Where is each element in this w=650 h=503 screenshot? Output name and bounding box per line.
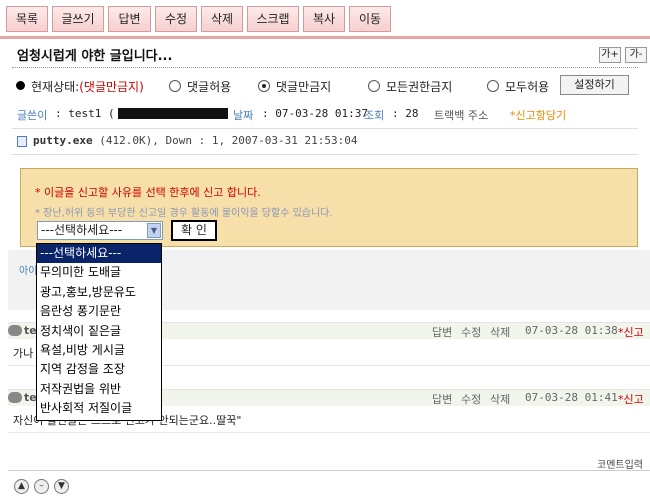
tab-reply[interactable]: 답변 — [108, 6, 151, 32]
tab-scrap[interactable]: 스크랩 — [247, 6, 299, 32]
attachment-divider-bottom — [12, 154, 638, 155]
comment-author: te — [24, 324, 37, 337]
font-increase-button[interactable]: 가+ — [599, 47, 621, 63]
report-instruction: * 이글을 신고할 사유를 선택 한후에 신고 합니다. — [35, 186, 261, 199]
status-value: (댓글만금지) — [79, 80, 144, 94]
report-warning: * 장난,허위 등의 부당한 신고일 경우 활동에 불이익을 당할수 있습니다. — [35, 208, 333, 219]
comment-author: te — [24, 391, 37, 404]
radio-allow-comments-label: 댓글허용 — [187, 80, 232, 94]
report-reason-value: ---선택하세요--- — [41, 223, 123, 237]
dropdown-option[interactable]: 정치색이 짙은글 — [37, 322, 161, 341]
dropdown-option[interactable]: 무의미한 도배글 — [37, 263, 161, 282]
radio-block-comments[interactable] — [258, 80, 270, 92]
comment-bubble-icon — [8, 392, 22, 403]
comment-date: 07-03-28 01:41 — [525, 391, 618, 404]
attachment-row: putty.exe (412.0K), Down : 1, 2007-03-31… — [33, 134, 358, 147]
chevron-down-icon[interactable]: ▼ — [147, 223, 161, 238]
report-reason-select[interactable]: ---선택하세요--- ▼ — [37, 221, 163, 240]
radio-block-all[interactable] — [368, 80, 380, 92]
radio-block-all-label: 모든권한금지 — [386, 80, 453, 94]
comment-edit-button[interactable]: 수정 — [461, 391, 481, 407]
comment-reply-button[interactable]: 답변 — [432, 324, 452, 340]
attachment-divider-top — [12, 128, 638, 129]
file-icon — [17, 136, 27, 147]
partial-link[interactable]: 아이 — [19, 262, 37, 277]
tab-delete[interactable]: 삭제 — [201, 6, 243, 32]
comment-text: 가나 — [13, 347, 34, 360]
font-decrease-button[interactable]: 가- — [625, 47, 647, 63]
chevron-down-icon[interactable]: ▼ — [54, 479, 69, 494]
tab-move[interactable]: 이동 — [349, 6, 391, 32]
minus-icon[interactable]: – — [34, 479, 49, 494]
dropdown-option[interactable]: 반사회적 저질이글 — [37, 399, 161, 418]
comment-report-link[interactable]: *신고 — [618, 324, 644, 340]
radio-allow-all[interactable] — [487, 80, 499, 92]
tab-copy[interactable]: 복사 — [303, 6, 345, 32]
tab-underline — [0, 36, 650, 39]
comment-edit-button[interactable]: 수정 — [461, 324, 481, 340]
attachment-meta: (412.0K), Down : 1, 2007-03-31 21:53:04 — [99, 134, 358, 147]
post-title: 엄청시럽게 야한 글입니다... — [17, 49, 173, 64]
report-reason-dropdown: ---선택하세요--- 무의미한 도배글 광고,홍보,방문유도 음란성 퐁기문란… — [36, 243, 162, 421]
dropdown-option[interactable]: 욕설,비방 게시글 — [37, 341, 161, 360]
tab-edit[interactable]: 수정 — [155, 6, 197, 32]
comment-date: 07-03-28 01:38 — [525, 324, 618, 337]
views-label: 조회 — [364, 109, 385, 122]
title-divider — [12, 67, 638, 68]
tab-bar: 목록 글쓰기 답변 수정 삭제 스크랩 복사 이동 — [0, 0, 650, 40]
comment-input-label: 코멘트입력 — [597, 460, 643, 471]
apply-settings-button[interactable]: 설정하기 — [560, 75, 629, 95]
tab-write[interactable]: 글쓰기 — [52, 6, 104, 32]
dropdown-option[interactable]: 음란성 퐁기문란 — [37, 302, 161, 321]
report-link[interactable]: *신고항당기 — [510, 107, 566, 123]
tab-list[interactable]: 목록 — [6, 6, 48, 32]
comment-delete-button[interactable]: 삭제 — [490, 324, 510, 340]
comment-input-area: ▲ – ▼ — [8, 470, 650, 503]
date-label: 날짜 — [233, 109, 254, 122]
scroll-up-icon[interactable]: ▲ — [14, 479, 29, 494]
report-panel: * 이글을 신고할 사유를 선택 한후에 신고 합니다. * 장난,허위 등의 … — [20, 168, 638, 247]
redacted-email — [118, 108, 228, 119]
dropdown-option[interactable]: ---선택하세요--- — [37, 244, 161, 264]
author-label: 글쓴이 — [17, 109, 48, 122]
comment-reply-button[interactable]: 답변 — [432, 391, 452, 407]
comment-delete-button[interactable]: 삭제 — [490, 391, 510, 407]
dropdown-option[interactable]: 저작권법을 위반 — [37, 380, 161, 399]
status-bullet-icon — [16, 81, 25, 90]
confirm-button[interactable]: 확 인 — [171, 220, 217, 241]
radio-allow-all-label: 모두허용 — [505, 80, 550, 94]
trackback-link[interactable]: 트랙백 주소 — [434, 107, 488, 123]
author-value: : test1 ( — [55, 107, 115, 120]
comment-report-link[interactable]: *신고 — [618, 391, 644, 407]
attachment-link[interactable]: putty.exe — [33, 134, 93, 147]
radio-block-comments-label: 댓글만금지 — [276, 80, 332, 94]
status-label-text: 현재상태: — [31, 80, 80, 94]
comment-bubble-icon — [8, 325, 22, 336]
dropdown-option[interactable]: 광고,홍보,방문유도 — [37, 283, 161, 302]
dropdown-option[interactable]: 지역 감정을 조장 — [37, 360, 161, 379]
views-value: : 28 — [392, 107, 419, 120]
radio-allow-comments[interactable] — [169, 80, 181, 92]
date-value: : 07-03-28 01:37 — [262, 107, 368, 120]
status-label: 현재상태:(댓글만금지) — [31, 78, 144, 95]
